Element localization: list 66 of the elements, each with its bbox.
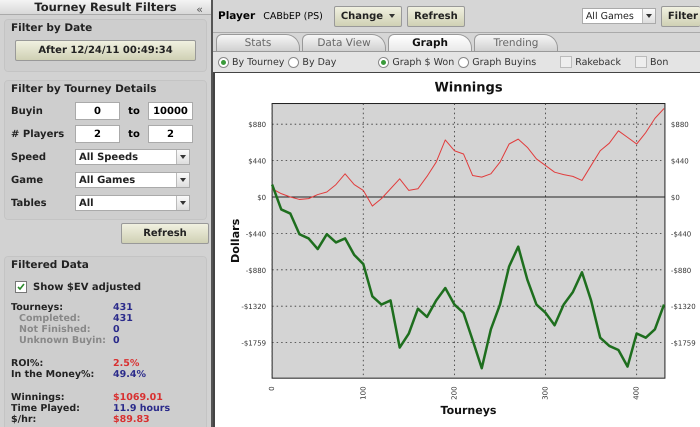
radio-option[interactable]: By Day [288, 56, 336, 68]
game-dropdown[interactable]: All Games [582, 8, 656, 24]
player-label: Player [218, 10, 256, 22]
field-label: Speed [11, 152, 48, 162]
stat-value: 431 [113, 313, 133, 324]
stat-label: ROI%: [11, 358, 44, 369]
dropdown[interactable]: All Speeds [75, 149, 190, 165]
caret-icon [180, 201, 186, 205]
range-separator: to [127, 106, 141, 116]
stat-value: 0 [113, 324, 120, 335]
stat-value: 11.9 hours [113, 403, 170, 414]
to-field[interactable]: 10000 [148, 102, 193, 120]
refresh-button[interactable]: Refresh [407, 6, 465, 26]
stat-label: Unknown Buyin: [18, 335, 107, 346]
radio-option[interactable]: By Tourney [218, 56, 284, 68]
stat-label: In the Money%: [11, 369, 96, 380]
caret-icon [180, 178, 186, 182]
from-field[interactable]: 2 [75, 125, 120, 143]
stat-value: 49.4% [113, 369, 146, 380]
caret-icon [389, 14, 396, 18]
checkbox-label: Show $EV adjusted [33, 282, 142, 292]
x-axis-title: Tourneys [440, 404, 496, 417]
filter-button[interactable]: Filter [660, 6, 700, 26]
field-label: Game [11, 174, 44, 186]
section-title: Filter by Date [11, 22, 94, 34]
change-button[interactable]: Change [334, 6, 402, 26]
section-title: Filter by Tourney Details [11, 83, 158, 95]
field-label: Buyin [11, 106, 44, 116]
radio-option[interactable]: Graph $ Won [378, 56, 454, 68]
y-axis-title: Dollars [229, 218, 242, 263]
caret-icon [646, 14, 652, 18]
panel-title: Tourney Result Filters [34, 0, 177, 14]
stat-label: Tourneys: [11, 302, 64, 313]
to-field[interactable]: 2 [148, 125, 193, 143]
tab[interactable]: Trending [474, 34, 558, 51]
field-label: Tables [11, 198, 48, 208]
range-separator: to [127, 128, 141, 140]
stat-label: $/hr: [11, 414, 38, 425]
stat-value: 2.5% [113, 358, 140, 369]
stat-label: Time Played: [11, 403, 81, 414]
ev-checkbox[interactable] [15, 281, 27, 293]
stat-value: 0 [113, 335, 120, 346]
refresh-button[interactable]: Refresh [121, 223, 209, 244]
caret-icon [180, 155, 186, 159]
stat-value: $1069.01 [113, 392, 163, 403]
radio-option[interactable]: Graph Buyins [458, 56, 536, 68]
section-title: Filtered Data [11, 259, 90, 271]
stat-label: Completed: [18, 313, 82, 324]
checkbox-option[interactable]: Rakeback [560, 56, 621, 68]
date-filter-button[interactable]: After 12/24/11 00:49:34 [15, 40, 196, 61]
collapse-button[interactable]: « [196, 3, 203, 16]
dropdown[interactable]: All [75, 195, 190, 211]
stat-label: Not Finished: [18, 324, 92, 335]
check-icon [17, 283, 25, 291]
tab[interactable]: Data View [302, 34, 386, 51]
field-label: # Players [11, 128, 66, 140]
dropdown[interactable]: All Games [75, 172, 190, 188]
stat-value: 431 [113, 302, 133, 313]
tab[interactable]: Graph [388, 34, 472, 51]
chart-title: Winnings [434, 80, 503, 96]
tab[interactable]: Stats [216, 34, 300, 51]
stat-label: Winnings: [11, 392, 66, 403]
from-field[interactable]: 0 [75, 102, 120, 120]
checkbox-option[interactable]: Bon [635, 56, 668, 68]
player-name: CABbEP (PS) [263, 10, 323, 22]
stat-value: $89.83 [113, 414, 150, 425]
